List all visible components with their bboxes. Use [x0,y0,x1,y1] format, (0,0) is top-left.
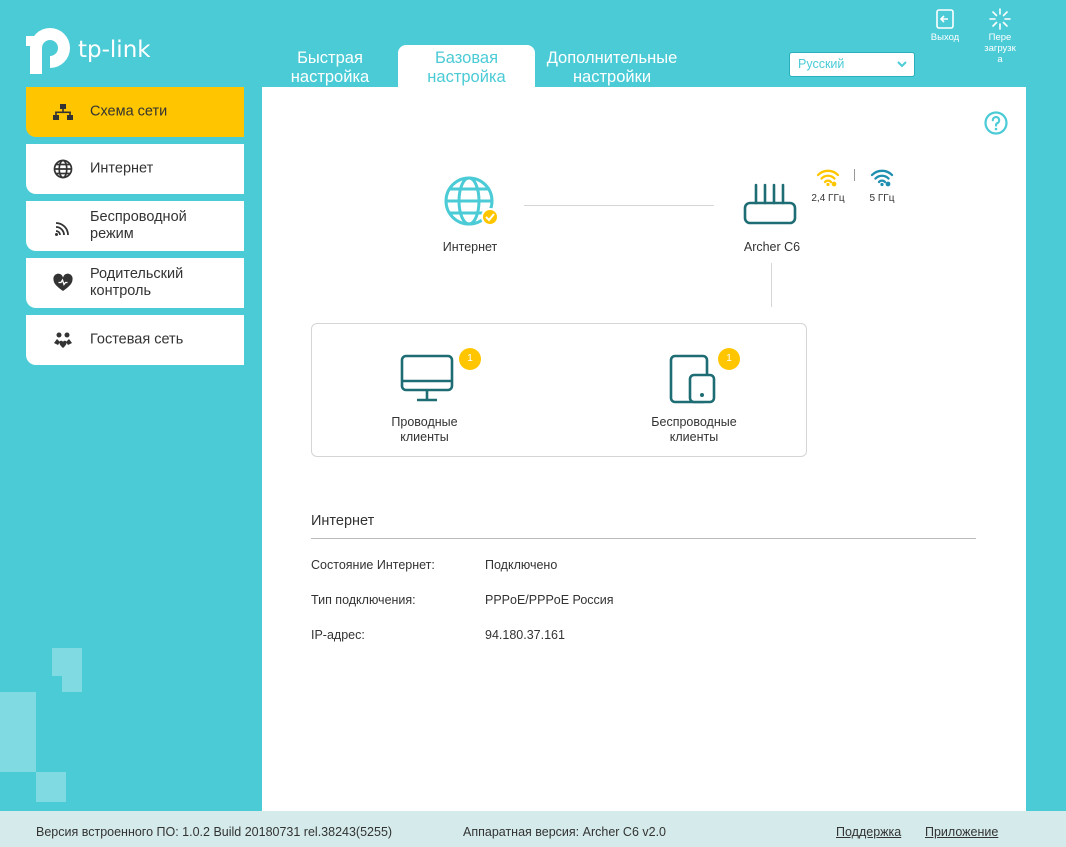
sidebar-item-label-line: контроль [90,283,152,299]
language-selected-value: Русский [798,57,845,71]
sidebar-item-label: Интернет [90,160,154,177]
sidebar-item-label: Родительский контроль [90,266,183,300]
hardware-version: Аппаратная версия: Archer C6 v2.0 [463,825,666,839]
internet-status-value: Подключено [485,558,558,572]
wired-clients-node[interactable] [399,353,455,405]
decor-square [52,648,82,676]
connection-type-value: PPPoE/PPPoE Россия [485,593,614,607]
band-divider [854,169,855,181]
sidebar-item-network-map[interactable]: Схема сети [26,87,244,137]
wifi-24ghz-icon [816,169,840,187]
wireless-icon [55,222,69,236]
internet-node-label: Интернет [442,240,498,254]
sidebar-item-label: Гостевая сеть [90,331,184,348]
main-panel: Интернет Archer C6 2,4 ГГц 5 ГГц 1 Прово… [262,87,1026,811]
wireless-clients-label-line: клиенты [669,430,719,444]
wireless-clients-node[interactable] [668,353,718,405]
connection-line [771,263,772,307]
wifi-5ghz-label: 5 ГГц [869,193,895,204]
logout-button[interactable]: Выход [926,8,964,43]
wireless-clients-label-line: Беспроводные [651,415,737,429]
wireless-clients-count-badge: 1 [718,348,740,370]
ip-address-value: 94.180.37.161 [485,628,565,642]
tp-link-logo-icon [26,28,70,74]
sidebar-item-wireless[interactable]: Беспроводной режим [26,201,244,251]
wifi-5ghz-icon [870,169,894,187]
wifi-24ghz-indicator[interactable] [816,167,840,187]
router-node[interactable] [742,183,798,229]
tab-label-line: настройка [290,68,370,86]
tab-label-line: Дополнительные [546,49,678,67]
sidebar-item-label-line: Родительский [90,266,184,282]
wired-clients-label: Проводные клиенты [367,415,482,445]
desktop-monitor-icon [400,354,454,402]
help-icon[interactable] [984,111,1008,135]
internet-section-title: Интернет [311,513,375,529]
connection-line [524,205,714,206]
reboot-label-line: загрузк [984,43,1016,54]
router-icon [743,183,797,225]
logo-text: tp-link [78,37,151,63]
tab-quick-setup[interactable]: Быстрая настройка [276,45,384,87]
wifi-24ghz-label: 2,4 ГГц [811,193,845,204]
tab-label-line: настройка [427,68,506,86]
support-link[interactable]: Поддержка [836,825,901,839]
decor-square [36,772,66,802]
reboot-label-line: Пере [988,32,1012,43]
sidebar-item-label: Схема сети [90,103,168,120]
connection-type-label: Тип подключения: [311,593,416,607]
sidebar-item-parental-control[interactable]: Родительский контроль [26,258,244,308]
ip-address-label: IP-адрес: [311,628,365,642]
sidebar-item-guest-network[interactable]: Гостевая сеть [26,315,244,365]
clients-panel: 1 Проводные клиенты 1 Беспроводные клиен… [311,323,807,457]
wired-clients-label-line: Проводные [391,415,458,429]
tab-label-line: настройки [572,68,652,86]
decor-square [0,692,36,772]
tab-label-line: Базовая [434,49,499,67]
app-link[interactable]: Приложение [925,825,998,839]
tab-label-line: Быстрая [297,49,363,67]
language-select[interactable]: Русский [789,52,915,77]
tab-advanced-settings[interactable]: Дополнительные настройки [537,45,687,87]
chevron-down-icon [897,61,907,68]
reboot-icon [989,8,1011,30]
router-node-label: Archer C6 [743,240,801,254]
logout-label: Выход [930,32,960,43]
network-map-icon [53,104,73,120]
decor-square [62,676,82,692]
heart-icon [53,273,73,291]
section-divider [311,538,976,539]
tp-link-logo: tp-link [26,26,166,76]
reboot-button[interactable]: Пере загрузк а [978,8,1022,65]
tab-basic-setup[interactable]: Базовая настройка [398,45,535,87]
guest-network-icon [54,332,72,348]
logout-icon [936,9,954,29]
sidebar-item-label-line: Беспроводной [90,209,187,225]
wired-clients-label-line: клиенты [400,430,449,444]
sidebar-item-label-line: режим [90,226,134,242]
mobile-devices-icon [669,354,716,404]
firmware-version: Версия встроенного ПО: 1.0.2 Build 20180… [36,825,393,839]
globe-icon [53,159,73,179]
sidebar-item-label: Беспроводной режим [90,209,187,243]
sidebar-item-internet[interactable]: Интернет [26,144,244,194]
wired-clients-count-badge: 1 [459,348,481,370]
internet-globe-icon [444,176,499,226]
wifi-5ghz-indicator[interactable] [870,167,894,187]
reboot-label-line: а [997,54,1003,65]
footer: Версия встроенного ПО: 1.0.2 Build 20180… [0,811,1066,847]
internet-status-label: Состояние Интернет: [311,558,435,572]
wireless-clients-label: Беспроводные клиенты [634,415,754,445]
internet-node[interactable] [442,175,499,231]
